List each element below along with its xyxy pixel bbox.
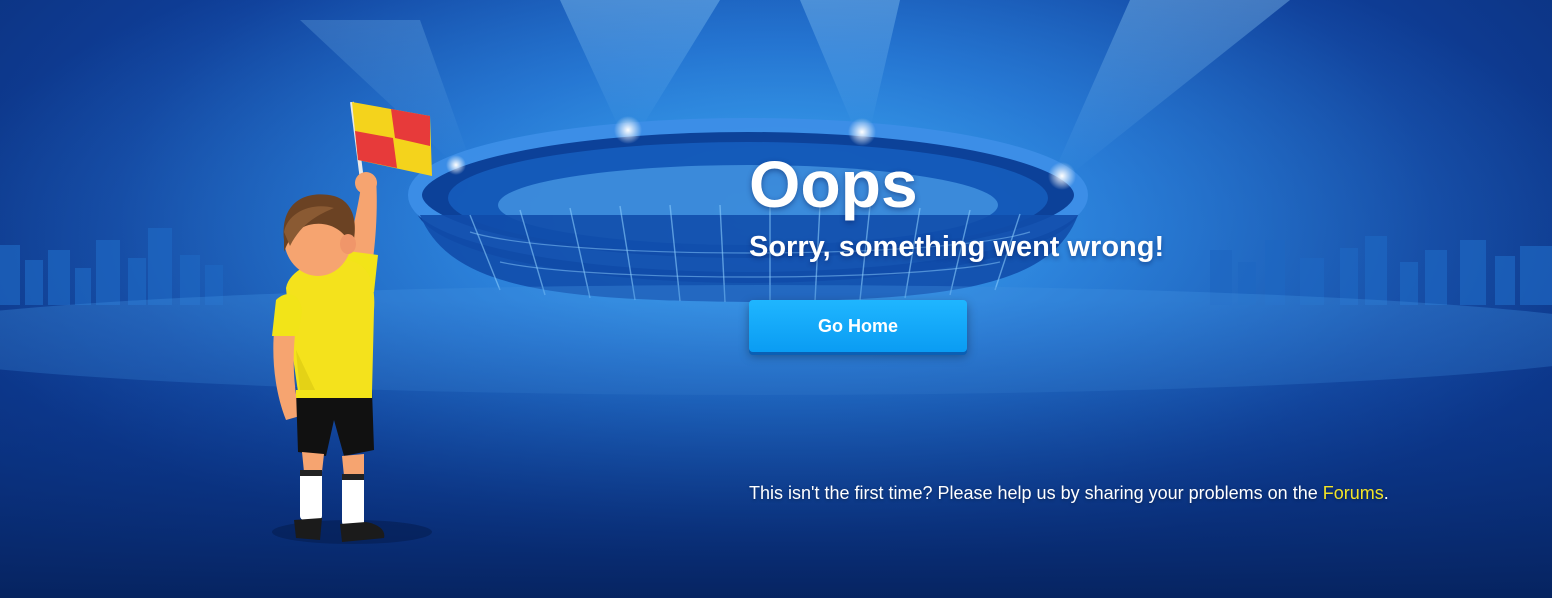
- forums-link[interactable]: Forums: [1323, 483, 1384, 503]
- stadium-background: [0, 0, 1552, 598]
- help-message: This isn't the first time? Please help u…: [749, 482, 1389, 504]
- page-title: Oops: [749, 147, 918, 221]
- help-text-period: .: [1383, 483, 1389, 503]
- go-home-button[interactable]: Go Home: [749, 300, 967, 352]
- help-text: This isn't the first time? Please help u…: [749, 483, 1323, 503]
- error-content: Oops Sorry, something went wrong! Go Hom…: [749, 147, 1509, 352]
- error-subtitle: Sorry, something went wrong!: [749, 231, 1165, 263]
